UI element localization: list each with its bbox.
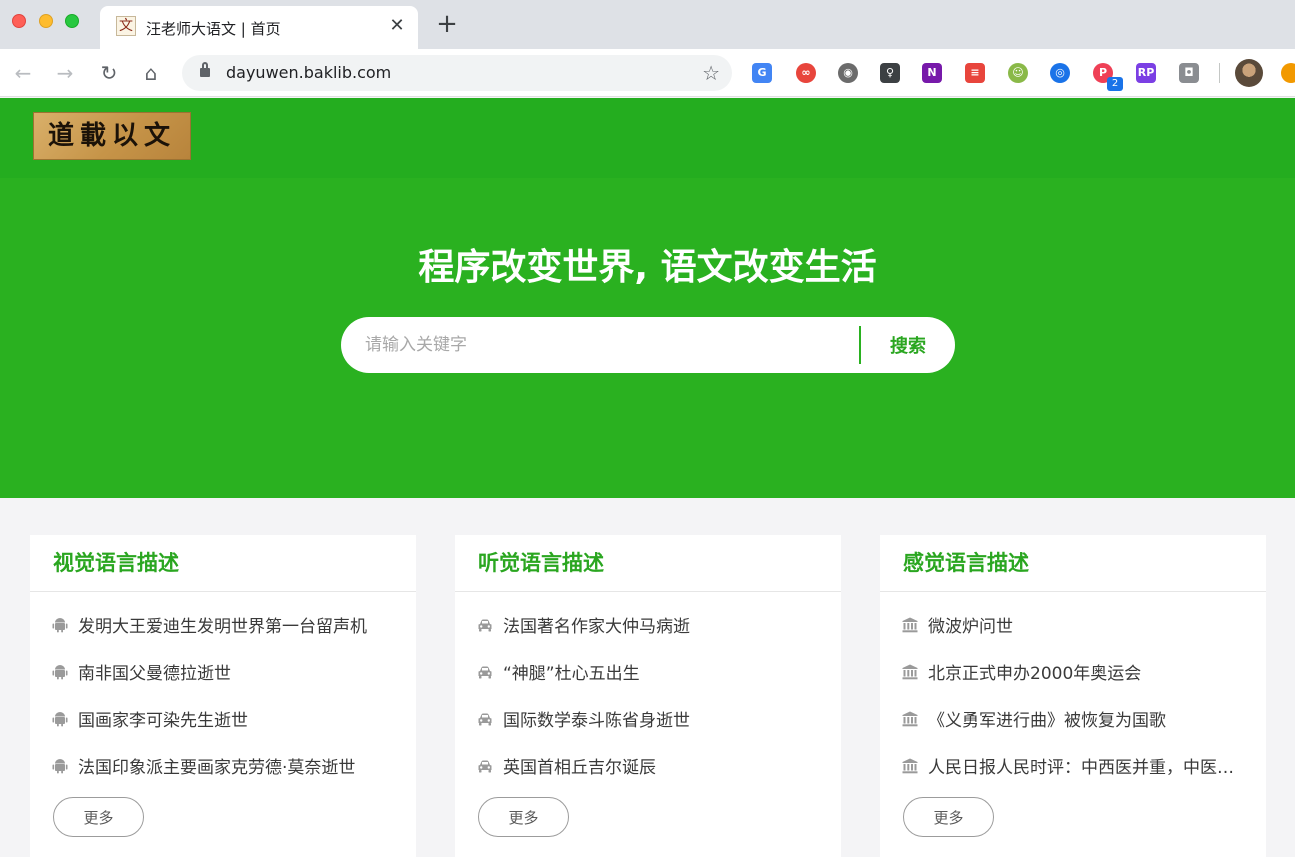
address-bar[interactable]: dayuwen.baklib.com ☆ <box>182 55 732 91</box>
list-item[interactable]: 国际数学泰斗陈省身逝世 <box>477 695 841 742</box>
more-button[interactable]: 更多 <box>903 797 994 837</box>
android-bug-icon[interactable]: ☺ <box>1008 63 1028 83</box>
tab-title: 汪老师大语文 | 首页 <box>146 20 281 38</box>
camera-icon[interactable]: ◘ <box>1179 63 1199 83</box>
list-item-text[interactable]: 北京正式申办2000年奥运会 <box>928 659 1243 684</box>
list-item-text[interactable]: 人民日报人民时评：中西医并重，中医药振兴发展 <box>928 753 1243 778</box>
film-reel-icon[interactable]: ◉ <box>838 63 858 83</box>
list-item[interactable]: 北京正式申办2000年奥运会 <box>902 648 1266 695</box>
car-icon <box>478 666 492 678</box>
more-button[interactable]: 更多 <box>478 797 569 837</box>
bank-icon <box>902 664 918 679</box>
site-favicon-icon: 文 <box>116 16 136 36</box>
list-item[interactable]: 人民日报人民时评：中西医并重，中医药振兴发展 <box>902 742 1266 789</box>
new-tab-button[interactable]: + <box>434 11 460 37</box>
back-icon[interactable]: ← <box>10 60 36 86</box>
list-item-text[interactable]: 《义勇军进行曲》被恢复为国歌 <box>928 706 1243 731</box>
home-icon[interactable]: ⌂ <box>138 60 164 86</box>
list-item[interactable]: 南非国父曼德拉逝世 <box>52 648 416 695</box>
infinity-icon[interactable]: ∞ <box>796 63 816 83</box>
card-header: 感觉语言描述 <box>880 535 1266 592</box>
card-title[interactable]: 视觉语言描述 <box>53 535 416 592</box>
list-item-text[interactable]: 南非国父曼德拉逝世 <box>78 659 393 684</box>
toolbar-divider <box>1219 63 1220 83</box>
axure-rp-icon[interactable]: RP <box>1136 63 1156 83</box>
card-header: 听觉语言描述 <box>455 535 841 592</box>
google-translate-icon[interactable]: G <box>752 63 772 83</box>
card-list: 发明大王爱迪生发明世界第一台留声机 南非国父曼德拉逝世 国画家李可染先生逝世 法… <box>30 592 416 789</box>
android-icon <box>52 711 68 726</box>
minimize-window-button[interactable] <box>39 14 53 28</box>
list-item-text[interactable]: 发明大王爱迪生发明世界第一台留声机 <box>78 612 393 637</box>
search-input[interactable] <box>365 327 845 363</box>
list-item[interactable]: 法国印象派主要画家克劳德·莫奈逝世 <box>52 742 416 789</box>
android-icon <box>52 664 68 679</box>
list-item[interactable]: 发明大王爱迪生发明世界第一台留声机 <box>52 601 416 648</box>
site-logo[interactable]: 道載以文 <box>33 112 191 160</box>
list-item[interactable]: 国画家李可染先生逝世 <box>52 695 416 742</box>
browser-tab-bar: 文 汪老师大语文 | 首页 ✕ + <box>0 0 1295 49</box>
hero-banner: 程序改变世界, 语文改变生活 搜索 <box>0 178 1295 498</box>
list-item[interactable]: “神腿”杜心五出生 <box>477 648 841 695</box>
hero-title: 程序改变世界, 语文改变生活 <box>418 247 877 288</box>
search-button[interactable]: 搜索 <box>871 325 945 365</box>
card-visual-language: 视觉语言描述 发明大王爱迪生发明世界第一台留声机 南非国父曼德拉逝世 国画家李可… <box>30 535 416 857</box>
close-window-button[interactable] <box>12 14 26 28</box>
tab-close-icon[interactable]: ✕ <box>386 15 408 37</box>
extension-badge: 2 <box>1107 77 1123 91</box>
bookmark-star-icon[interactable]: ☆ <box>702 61 720 85</box>
car-icon <box>478 760 492 772</box>
list-item[interactable]: 法国著名作家大仲马病逝 <box>477 601 841 648</box>
extension-overflow-icon[interactable] <box>1281 63 1295 83</box>
checklist-icon[interactable]: ≡ <box>965 63 985 83</box>
forward-icon[interactable]: → <box>52 60 78 86</box>
compass-icon[interactable]: ◎ <box>1050 63 1070 83</box>
card-list: 法国著名作家大仲马病逝 “神腿”杜心五出生 国际数学泰斗陈省身逝世 英国首相丘吉… <box>455 592 841 789</box>
site-header: 道載以文 <box>0 98 1295 178</box>
bank-icon <box>902 758 918 773</box>
address-bar-url[interactable]: dayuwen.baklib.com <box>226 63 391 82</box>
card-title[interactable]: 感觉语言描述 <box>903 535 1266 592</box>
card-list: 微波炉问世 北京正式申办2000年奥运会 《义勇军进行曲》被恢复为国歌 人民日报… <box>880 592 1266 789</box>
list-item-text[interactable]: 国画家李可染先生逝世 <box>78 706 393 731</box>
list-item-text[interactable]: 法国印象派主要画家克劳德·莫奈逝世 <box>78 753 393 778</box>
list-item-text[interactable]: 国际数学泰斗陈省身逝世 <box>503 706 818 731</box>
card-title[interactable]: 听觉语言描述 <box>478 535 841 592</box>
card-auditory-language: 听觉语言描述 法国著名作家大仲马病逝 “神腿”杜心五出生 国际数学泰斗陈省身逝世… <box>455 535 841 857</box>
bank-icon <box>902 711 918 726</box>
list-item-text[interactable]: 法国著名作家大仲马病逝 <box>503 612 818 637</box>
card-sensory-language: 感觉语言描述 微波炉问世 北京正式申办2000年奥运会 《义勇军进行曲》被恢复为… <box>880 535 1266 857</box>
list-item[interactable]: 微波炉问世 <box>902 601 1266 648</box>
browser-tab[interactable]: 文 汪老师大语文 | 首页 ✕ <box>100 6 418 49</box>
bank-icon <box>902 617 918 632</box>
maximize-window-button[interactable] <box>65 14 79 28</box>
list-item-text[interactable]: 微波炉问世 <box>928 612 1243 637</box>
list-item-text[interactable]: 英国首相丘吉尔诞辰 <box>503 753 818 778</box>
lightbulb-icon[interactable]: ♀ <box>880 63 900 83</box>
search-divider <box>859 326 861 364</box>
android-icon <box>52 758 68 773</box>
reload-icon[interactable]: ↻ <box>96 60 122 86</box>
onenote-icon[interactable]: N <box>922 63 942 83</box>
android-icon <box>52 617 68 632</box>
list-item[interactable]: 英国首相丘吉尔诞辰 <box>477 742 841 789</box>
card-header: 视觉语言描述 <box>30 535 416 592</box>
lock-icon <box>200 62 210 77</box>
browser-toolbar: ← → ↻ ⌂ dayuwen.baklib.com ☆ G ∞ ◉ ♀ N ≡ ☺ ◎ P RP… <box>0 49 1295 97</box>
list-item[interactable]: 《义勇军进行曲》被恢复为国歌 <box>902 695 1266 742</box>
car-icon <box>478 619 492 631</box>
more-button[interactable]: 更多 <box>53 797 144 837</box>
list-item-text[interactable]: “神腿”杜心五出生 <box>503 659 818 684</box>
search-box: 搜索 <box>341 317 955 373</box>
car-icon <box>478 713 492 725</box>
profile-avatar[interactable] <box>1235 59 1263 87</box>
